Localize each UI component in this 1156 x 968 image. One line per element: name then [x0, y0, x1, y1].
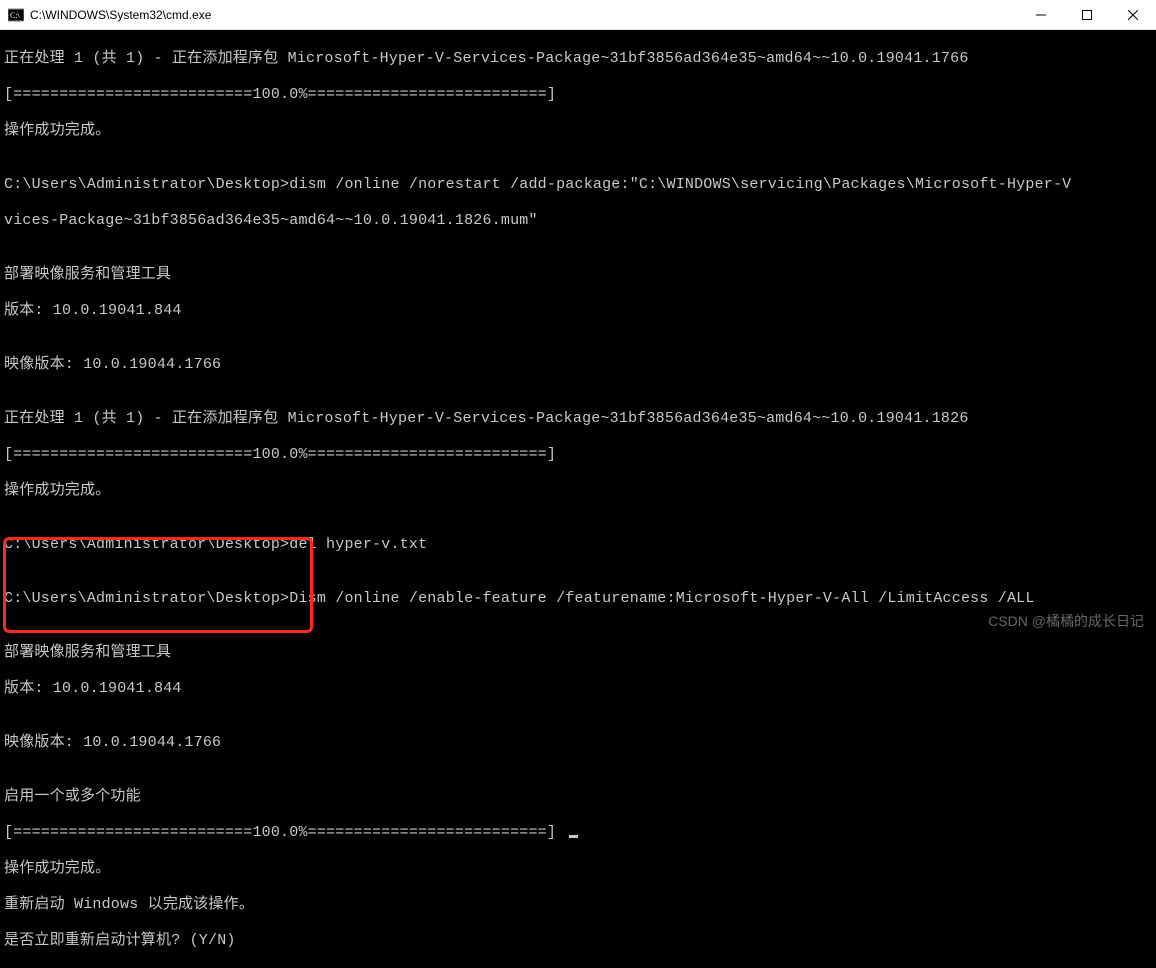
progress-text: [==========================100.0%=======… — [4, 824, 565, 841]
maximize-button[interactable] — [1064, 0, 1110, 29]
window-title: C:\WINDOWS\System32\cmd.exe — [30, 8, 1018, 22]
output-line: 操作成功完成。 — [4, 860, 1152, 878]
prompt-line: C:\Users\Administrator\Desktop>Dism /onl… — [4, 590, 1152, 608]
output-line: 映像版本: 10.0.19044.1766 — [4, 734, 1152, 752]
prompt-line: C:\Users\Administrator\Desktop>del hyper… — [4, 536, 1152, 554]
output-line: 映像版本: 10.0.19044.1766 — [4, 356, 1152, 374]
title-bar[interactable]: C:\ C:\WINDOWS\System32\cmd.exe — [0, 0, 1156, 30]
progress-line: [==========================100.0%=======… — [4, 446, 1152, 464]
output-line: vices-Package~31bf3856ad364e35~amd64~~10… — [4, 212, 1152, 230]
cursor — [569, 835, 578, 838]
output-line: 重新启动 Windows 以完成该操作。 — [4, 896, 1152, 914]
cmd-icon: C:\ — [8, 7, 24, 23]
output-line: 版本: 10.0.19041.844 — [4, 302, 1152, 320]
prompt-yn-line: 是否立即重新启动计算机? (Y/N) — [4, 932, 1152, 950]
close-button[interactable] — [1110, 0, 1156, 29]
output-line: 操作成功完成。 — [4, 122, 1152, 140]
terminal-output[interactable]: 正在处理 1 (共 1) - 正在添加程序包 Microsoft-Hyper-V… — [0, 30, 1156, 968]
output-line: 部署映像服务和管理工具 — [4, 266, 1152, 284]
watermark: CSDN @橘橘的成长日记 — [988, 611, 1144, 631]
output-line: 部署映像服务和管理工具 — [4, 644, 1152, 662]
output-line: 正在处理 1 (共 1) - 正在添加程序包 Microsoft-Hyper-V… — [4, 50, 1152, 68]
progress-line: [==========================100.0%=======… — [4, 86, 1152, 104]
progress-line: [==========================100.0%=======… — [4, 824, 1152, 842]
window-controls — [1018, 0, 1156, 29]
prompt-line: C:\Users\Administrator\Desktop>dism /onl… — [4, 176, 1152, 194]
output-line: 操作成功完成。 — [4, 482, 1152, 500]
minimize-button[interactable] — [1018, 0, 1064, 29]
output-line: 版本: 10.0.19041.844 — [4, 680, 1152, 698]
svg-text:C:\: C:\ — [10, 11, 21, 20]
output-line: 启用一个或多个功能 — [4, 788, 1152, 806]
output-line: 正在处理 1 (共 1) - 正在添加程序包 Microsoft-Hyper-V… — [4, 410, 1152, 428]
